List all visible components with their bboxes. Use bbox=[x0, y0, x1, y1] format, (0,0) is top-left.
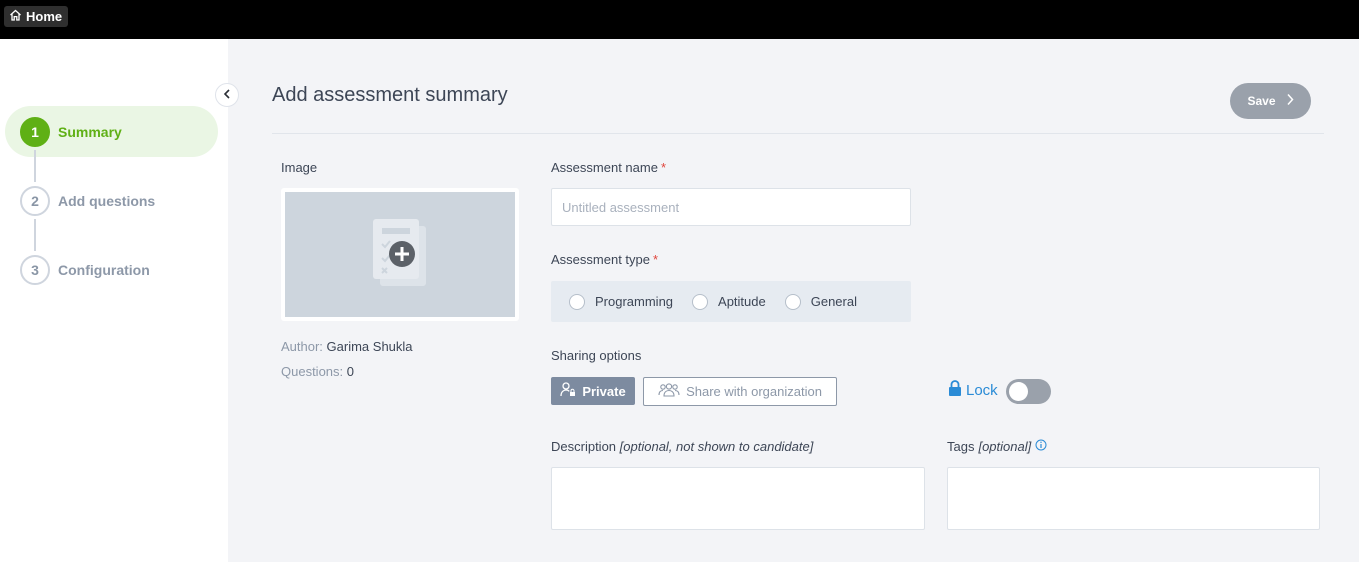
radio-circle bbox=[692, 293, 709, 310]
image-upload-card bbox=[281, 188, 519, 321]
description-text: Description bbox=[551, 439, 617, 454]
add-image-icon bbox=[368, 214, 432, 295]
image-upload-area[interactable] bbox=[285, 192, 515, 317]
group-icon bbox=[658, 383, 680, 400]
step-number: 3 bbox=[20, 255, 50, 285]
toggle-knob bbox=[1009, 382, 1028, 401]
radio-circle bbox=[569, 293, 585, 310]
header-divider bbox=[272, 133, 1324, 134]
questions-label: Questions: bbox=[281, 364, 344, 379]
required-mark: * bbox=[660, 160, 666, 175]
private-user-icon bbox=[560, 382, 576, 400]
tags-input[interactable] bbox=[947, 467, 1320, 530]
tags-text: Tags bbox=[947, 439, 975, 454]
share-org-label: Share with organization bbox=[686, 384, 822, 399]
save-button[interactable]: Save bbox=[1230, 83, 1311, 119]
author-line: Author: Garima Shukla bbox=[281, 339, 413, 354]
step-connector bbox=[34, 150, 36, 182]
chevron-left-icon bbox=[223, 86, 231, 104]
radio-circle bbox=[784, 293, 801, 310]
required-mark: * bbox=[653, 252, 659, 267]
radio-label: General bbox=[810, 294, 857, 309]
step-label: Add questions bbox=[58, 193, 156, 209]
questions-line: Questions: 0 bbox=[281, 364, 354, 379]
top-bar: Home bbox=[0, 0, 1359, 39]
description-label: Description [optional, not shown to cand… bbox=[551, 439, 813, 454]
stepper-sidebar: 1 Summary 2 Add questions 3 Configuratio… bbox=[0, 39, 228, 562]
step-connector bbox=[34, 219, 36, 251]
image-label: Image bbox=[281, 160, 318, 175]
lock-icon bbox=[948, 380, 962, 401]
step-label: Summary bbox=[58, 124, 122, 140]
radio-label: Programming bbox=[595, 294, 674, 309]
tags-label: Tags [optional] bbox=[947, 439, 1047, 454]
assessment-name-text: Assessment name bbox=[551, 160, 658, 175]
collapse-sidebar-button[interactable] bbox=[215, 83, 239, 107]
save-label: Save bbox=[1247, 94, 1276, 108]
step-number: 2 bbox=[20, 186, 50, 216]
assessment-type-text: Assessment type bbox=[551, 252, 650, 267]
sharing-options-label: Sharing options bbox=[551, 348, 642, 363]
radio-general[interactable]: General bbox=[784, 293, 857, 310]
radio-aptitude[interactable]: Aptitude bbox=[692, 293, 766, 310]
tags-hint: [optional] bbox=[978, 439, 1032, 454]
home-icon bbox=[9, 9, 22, 24]
chevron-right-icon bbox=[1286, 93, 1294, 109]
assessment-name-input[interactable] bbox=[551, 188, 911, 226]
lock-label: Lock bbox=[966, 382, 998, 399]
questions-value: 0 bbox=[346, 364, 355, 379]
author-value: Garima Shukla bbox=[326, 339, 413, 354]
description-hint: [optional, not shown to candidate] bbox=[619, 439, 814, 454]
step-configuration[interactable]: 3 Configuration bbox=[20, 255, 150, 285]
step-number: 1 bbox=[20, 117, 50, 147]
lock-control: Lock bbox=[948, 380, 998, 401]
radio-label: Aptitude bbox=[718, 294, 766, 309]
author-label: Author: bbox=[281, 339, 323, 354]
step-add-questions[interactable]: 2 Add questions bbox=[20, 186, 155, 216]
home-label: Home bbox=[26, 9, 63, 24]
step-summary[interactable]: 1 Summary bbox=[20, 117, 122, 147]
share-with-organization-button[interactable]: Share with organization bbox=[643, 377, 837, 406]
info-icon[interactable] bbox=[1035, 439, 1047, 454]
assessment-type-label: Assessment type * bbox=[551, 252, 658, 267]
description-textarea[interactable] bbox=[551, 467, 925, 530]
page-title: Add assessment summary bbox=[272, 84, 508, 106]
share-private-label: Private bbox=[582, 383, 626, 399]
radio-programming[interactable]: Programming bbox=[569, 293, 674, 310]
main-content: Add assessment summary Save Image Author… bbox=[228, 39, 1359, 562]
share-private-button[interactable]: Private bbox=[551, 377, 635, 405]
assessment-name-label: Assessment name * bbox=[551, 160, 666, 175]
step-label: Configuration bbox=[58, 262, 150, 278]
home-button[interactable]: Home bbox=[4, 6, 69, 27]
assessment-type-radio-group: Programming Aptitude General bbox=[551, 281, 911, 322]
lock-toggle[interactable] bbox=[1006, 379, 1051, 404]
